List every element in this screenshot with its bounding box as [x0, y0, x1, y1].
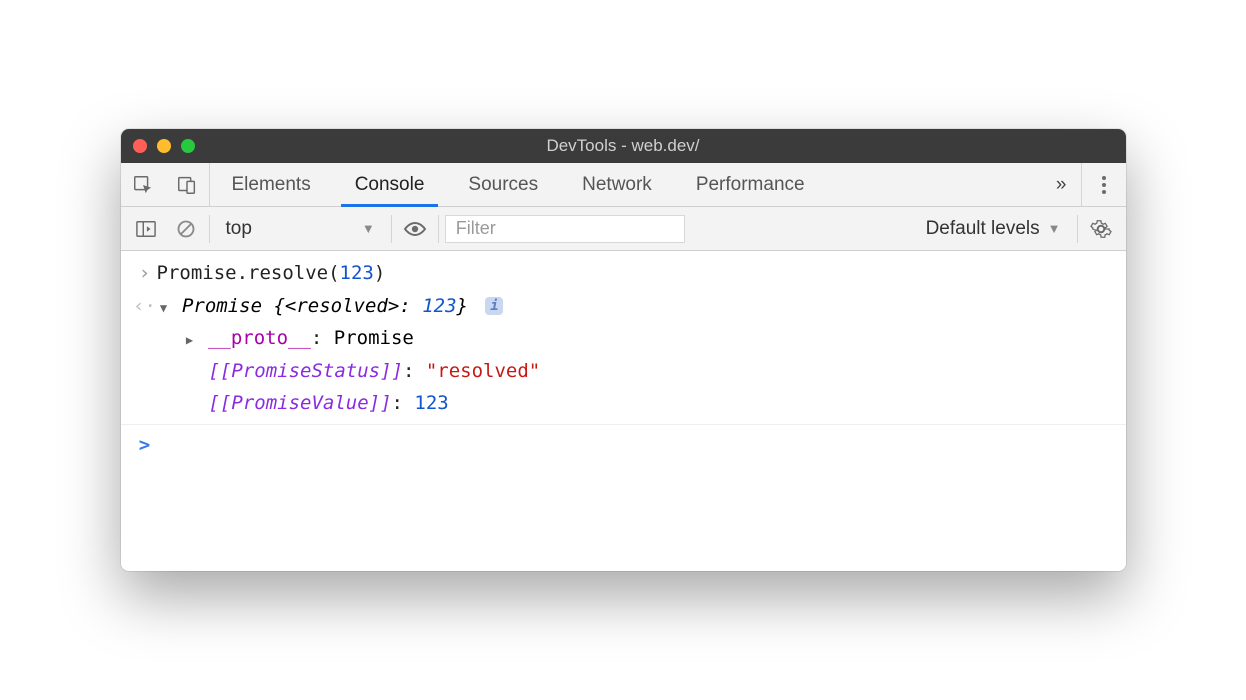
status-key: [[PromiseStatus]] — [209, 360, 403, 382]
proto-val: Promise — [334, 327, 414, 349]
filter-input[interactable] — [445, 215, 685, 243]
tab-performance[interactable]: Performance — [674, 163, 827, 206]
console-result-row: ‹· ▼ Promise {<resolved>: 123} i — [121, 290, 1126, 323]
log-levels-selector[interactable]: Default levels ▼ — [916, 218, 1071, 240]
value-slot-row: [[PromiseValue]]: 123 — [121, 387, 1126, 420]
clear-console-icon[interactable] — [169, 212, 203, 246]
input-marker-icon: › — [133, 259, 157, 288]
console-toolbar: top ▼ Default levels ▼ — [121, 207, 1126, 251]
value-slot-content[interactable]: [[PromiseValue]]: 123 — [157, 389, 1114, 418]
live-expression-icon[interactable] — [398, 212, 432, 246]
disclosure-triangle-open-icon[interactable]: ▼ — [157, 299, 171, 317]
result-constructor: Promise — [182, 295, 262, 317]
device-toolbar-icon[interactable] — [165, 163, 209, 206]
log-levels-label: Default levels — [926, 218, 1040, 240]
value-key: [[PromiseValue]] — [209, 392, 392, 414]
output-marker-icon: ‹· — [133, 292, 157, 321]
console-result-content[interactable]: ▼ Promise {<resolved>: 123} i — [157, 292, 1114, 321]
console-prompt-row[interactable]: > — [121, 424, 1126, 462]
settings-menu-button[interactable] — [1082, 163, 1126, 206]
tab-elements[interactable]: Elements — [210, 163, 333, 206]
tab-sources[interactable]: Sources — [446, 163, 560, 206]
status-slot-row: [[PromiseStatus]]: "resolved" — [121, 355, 1126, 388]
console-input-row: › Promise.resolve(123) — [121, 257, 1126, 290]
zoom-button[interactable] — [181, 139, 195, 153]
console-body: › Promise.resolve(123) ‹· ▼ Promise {<re… — [121, 251, 1126, 571]
status-slot-content[interactable]: [[PromiseStatus]]: "resolved" — [157, 357, 1114, 386]
status-val: "resolved" — [426, 360, 540, 382]
console-input-content[interactable]: Promise.resolve(123) — [157, 259, 1114, 288]
result-value: 123 — [422, 295, 456, 317]
inspect-element-icon[interactable] — [121, 163, 165, 206]
close-button[interactable] — [133, 139, 147, 153]
context-label: top — [226, 218, 252, 240]
tab-console[interactable]: Console — [333, 163, 447, 206]
panel-tabbar: Elements Console Sources Network Perform… — [121, 163, 1126, 207]
chevron-down-icon: ▼ — [362, 221, 375, 236]
devtools-window: DevTools - web.dev/ Elements Console Sou… — [121, 129, 1126, 571]
minimize-button[interactable] — [157, 139, 171, 153]
proto-key: __proto__ — [208, 327, 311, 349]
window-title: DevTools - web.dev/ — [121, 136, 1126, 156]
value-val: 123 — [414, 392, 448, 414]
proto-content[interactable]: ▶ __proto__: Promise — [157, 324, 1114, 353]
proto-row: ▶ __proto__: Promise — [121, 322, 1126, 355]
console-settings-icon[interactable] — [1084, 218, 1118, 240]
separator — [209, 215, 210, 243]
expr-arg: 123 — [340, 262, 374, 284]
tab-network[interactable]: Network — [560, 163, 674, 206]
tabs-overflow-button[interactable]: » — [1042, 163, 1081, 206]
titlebar: DevTools - web.dev/ — [121, 129, 1126, 163]
disclosure-triangle-closed-icon[interactable]: ▶ — [183, 331, 197, 349]
prompt-marker-icon: > — [133, 431, 157, 460]
info-icon[interactable]: i — [485, 297, 503, 315]
separator — [391, 215, 392, 243]
chevron-down-icon: ▼ — [1048, 221, 1061, 236]
traffic-lights — [133, 139, 195, 153]
expr-fn: Promise.resolve — [157, 262, 329, 284]
toggle-sidebar-icon[interactable] — [129, 212, 163, 246]
context-selector[interactable]: top ▼ — [216, 218, 385, 240]
separator — [438, 215, 439, 243]
result-state: <resolved> — [285, 295, 399, 317]
separator — [1077, 215, 1078, 243]
